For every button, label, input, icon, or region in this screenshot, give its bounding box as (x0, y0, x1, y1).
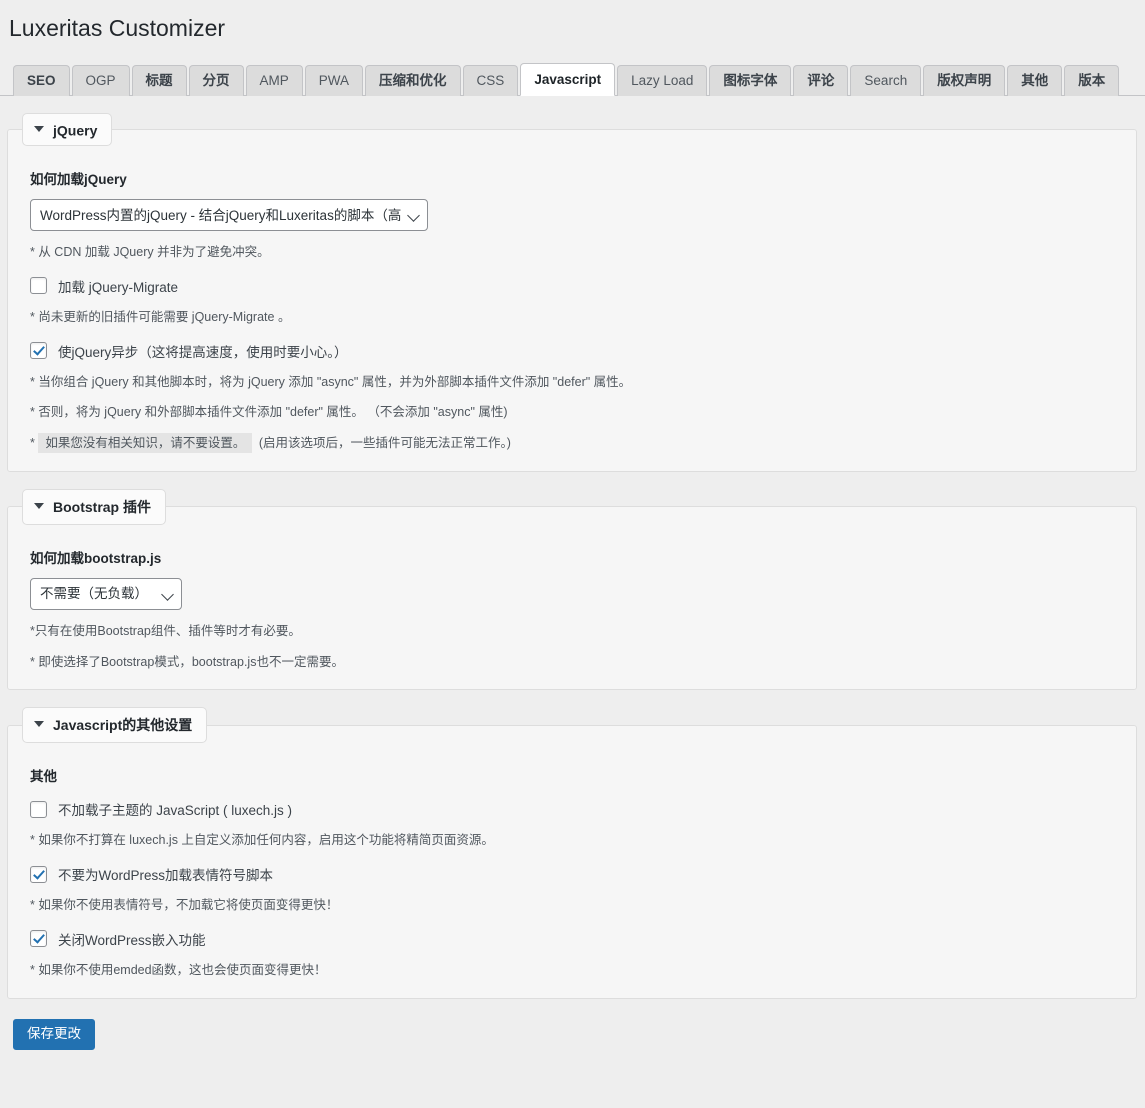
tab-seo[interactable]: SEO (13, 64, 70, 96)
bootstrap-select-wrap: 不需要（无负载） (28, 577, 182, 610)
embed-feature-note: * 如果你不使用emded函数，这也会使页面变得更快！ (30, 962, 327, 977)
emoji-script-checkbox[interactable] (30, 865, 47, 883)
jquery-warning-asterisk: * (30, 436, 35, 451)
jquery-load-select[interactable]: WordPress内置的jQuery - 结合jQuery和Luxeritas的… (30, 199, 428, 232)
jquery-async-checkbox[interactable] (30, 342, 47, 360)
tab-javascript[interactable]: Javascript (520, 62, 616, 96)
tab-pagination[interactable]: 分页 (188, 64, 244, 96)
chevron-down-icon (34, 126, 44, 133)
tab-amp[interactable]: AMP (245, 64, 303, 96)
jquery-select-label: 如何加载jQuery (30, 172, 127, 188)
bootstrap-load-select[interactable]: 不需要（无负载） (30, 577, 182, 610)
jquery-panel-body: 如何加载jQuery WordPress内置的jQuery - 结合jQuery… (8, 146, 1136, 454)
bootstrap-note-1: *只有在使用Bootstrap组件、插件等时才有必要。 (30, 623, 301, 638)
jquery-cdn-note: * 从 CDN 加载 JQuery 并非为了避免冲突。 (30, 245, 270, 260)
tab-version[interactable]: 版本 (1064, 64, 1120, 96)
tab-comments[interactable]: 评论 (793, 64, 849, 96)
jquery-migrate-row[interactable]: 加载 jQuery-Migrate (30, 276, 1116, 296)
other-legend-toggle[interactable]: Javascript的其他设置 (22, 707, 208, 744)
tab-title[interactable]: 标题 (131, 64, 187, 96)
section-other-javascript: Javascript的其他设置 其他 不加载子主题的 JavaScript ( … (0, 707, 1145, 999)
tab-compress[interactable]: 压缩和优化 (365, 64, 461, 96)
embed-feature-label[interactable]: 关闭WordPress嵌入功能 (58, 929, 206, 949)
jquery-legend-toggle[interactable]: jQuery (22, 112, 113, 147)
jquery-migrate-label[interactable]: 加载 jQuery-Migrate (58, 276, 178, 296)
tab-css[interactable]: CSS (462, 64, 519, 96)
tab-search[interactable]: Search (850, 64, 922, 96)
jquery-legend: jQuery (22, 112, 113, 147)
child-theme-js-note: * 如果你不打算在 luxech.js 上自定义添加任何内容，启用这个功能将精简… (30, 833, 494, 848)
tab-pwa[interactable]: PWA (304, 64, 364, 96)
tab-icon-font[interactable]: 图标字体 (709, 64, 792, 96)
jquery-warning-note: * 如果您没有相关知识，请不要设置。 (启用该选项后，一些插件可能无法正常工作。… (30, 433, 1116, 454)
jquery-panel: jQuery 如何加载jQuery WordPress内置的jQuery - 结… (7, 112, 1137, 472)
child-theme-js-checkbox[interactable] (30, 800, 47, 818)
jquery-migrate-note: * 尚未更新的旧插件可能需要 jQuery-Migrate 。 (30, 309, 291, 324)
other-legend: Javascript的其他设置 (22, 707, 208, 744)
child-theme-js-row[interactable]: 不加载子主题的 JavaScript ( luxech.js ) (30, 799, 1116, 819)
jquery-warning-highlight: 如果您没有相关知识，请不要设置。 (38, 433, 253, 454)
embed-feature-checkbox[interactable] (30, 930, 47, 948)
bootstrap-note-2: * 即使选择了Bootstrap模式，bootstrap.js也不一定需要。 (30, 654, 344, 669)
emoji-script-label[interactable]: 不要为WordPress加载表情符号脚本 (58, 864, 273, 884)
section-jquery: jQuery 如何加载jQuery WordPress内置的jQuery - 结… (0, 112, 1145, 472)
emoji-script-note: * 如果你不使用表情符号，不加载它将使页面变得更快！ (30, 898, 339, 913)
chevron-down-icon (34, 721, 44, 728)
emoji-script-row[interactable]: 不要为WordPress加载表情符号脚本 (30, 864, 1116, 884)
jquery-legend-label: jQuery (53, 122, 98, 139)
tab-copyright[interactable]: 版权声明 (923, 64, 1006, 96)
bootstrap-legend-label: Bootstrap 插件 (53, 498, 151, 515)
other-panel-body: 其他 不加载子主题的 JavaScript ( luxech.js ) * 如果… (8, 743, 1136, 979)
chevron-down-icon (34, 502, 44, 509)
tab-ogp[interactable]: OGP (71, 64, 130, 96)
section-bootstrap: Bootstrap 插件 如何加载bootstrap.js 不需要（无负载） *… (0, 488, 1145, 691)
bootstrap-select-label: 如何加载bootstrap.js (30, 550, 162, 566)
jquery-warning-tail: (启用该选项后，一些插件可能无法正常工作。) (258, 436, 511, 451)
jquery-migrate-checkbox[interactable] (30, 277, 47, 295)
page-title: Luxeritas Customizer (9, 15, 226, 41)
jquery-async-note-1: * 当你组合 jQuery 和其他脚本时，将为 jQuery 添加 "async… (30, 374, 632, 389)
jquery-async-row[interactable]: 使jQuery异步（这将提高速度，使用时要小心。） (30, 341, 1116, 361)
bootstrap-legend: Bootstrap 插件 (22, 488, 166, 525)
save-changes-button[interactable]: 保存更改 (13, 1018, 95, 1050)
child-theme-js-label[interactable]: 不加载子主题的 JavaScript ( luxech.js ) (58, 799, 292, 819)
other-panel: Javascript的其他设置 其他 不加载子主题的 JavaScript ( … (7, 707, 1137, 999)
tab-lazy-load[interactable]: Lazy Load (617, 64, 708, 96)
bootstrap-panel-body: 如何加载bootstrap.js 不需要（无负载） *只有在使用Bootstra… (8, 525, 1136, 672)
other-group-label: 其他 (30, 769, 57, 785)
jquery-select-wrap: WordPress内置的jQuery - 结合jQuery和Luxeritas的… (28, 199, 428, 232)
bootstrap-legend-toggle[interactable]: Bootstrap 插件 (22, 488, 166, 525)
settings-tab-list: SEO OGP 标题 分页 AMP PWA 压缩和优化 CSS Javascri… (0, 62, 1145, 96)
jquery-async-note-2: * 否则，将为 jQuery 和外部脚本插件文件添加 "defer" 属性。 （… (30, 405, 508, 420)
embed-feature-row[interactable]: 关闭WordPress嵌入功能 (30, 929, 1116, 949)
bootstrap-panel: Bootstrap 插件 如何加载bootstrap.js 不需要（无负载） *… (7, 488, 1137, 691)
tab-other[interactable]: 其他 (1007, 64, 1063, 96)
other-legend-label: Javascript的其他设置 (53, 717, 193, 734)
jquery-async-label[interactable]: 使jQuery异步（这将提高速度，使用时要小心。） (58, 341, 348, 361)
save-bar: 保存更改 (0, 999, 1145, 1050)
